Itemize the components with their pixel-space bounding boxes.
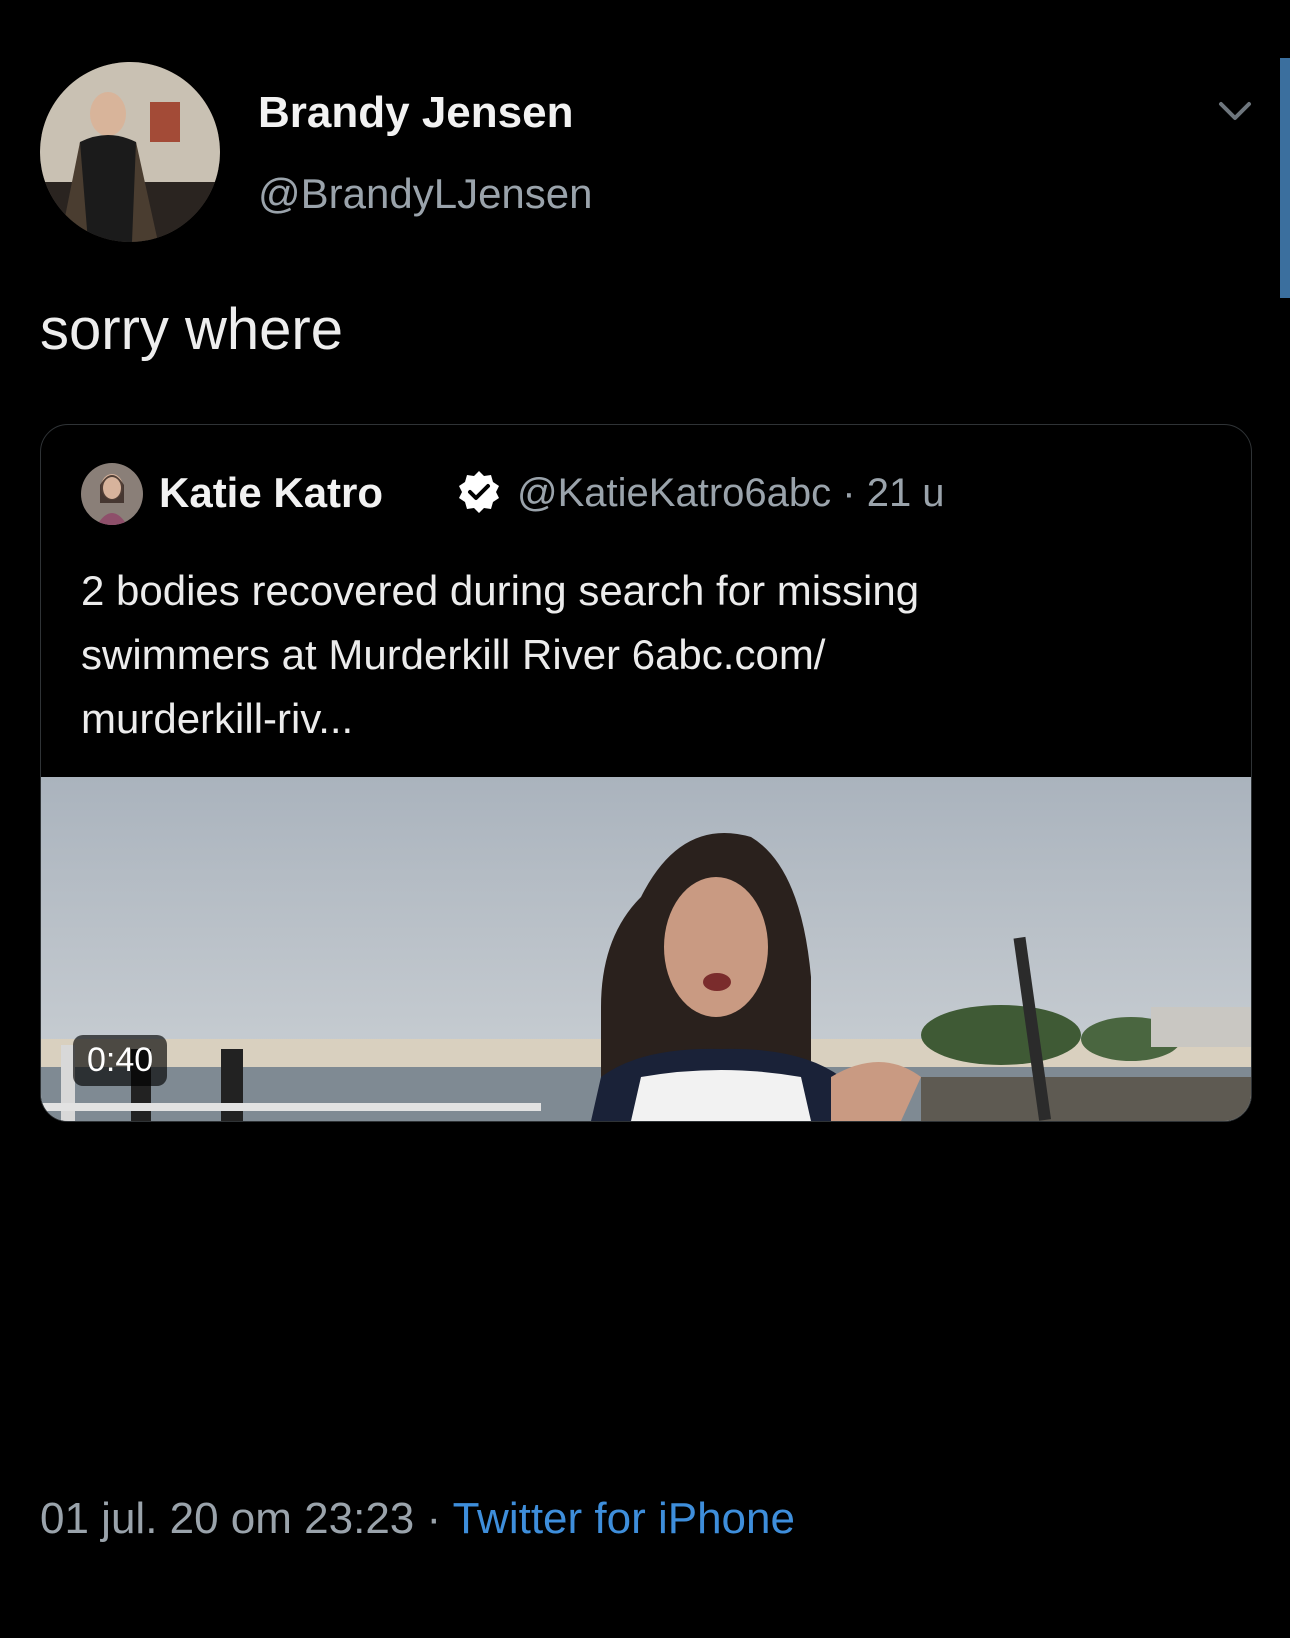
author-handle[interactable]: @BrandyLJensen <box>258 170 593 218</box>
quoted-tweet-age[interactable]: 21 u <box>867 471 945 515</box>
chevron-down-icon[interactable] <box>1218 96 1252 126</box>
meta-separator: · <box>842 471 856 515</box>
quoted-tweet-header: Katie Katro @KatieKatro6abc · 21 u <box>81 463 1231 525</box>
quoted-tweet-text: 2 bodies recovered during search for mis… <box>81 559 1201 751</box>
quoted-tweet-card[interactable]: Katie Katro @KatieKatro6abc · 21 u 2 bod… <box>40 424 1252 1122</box>
quoted-text-line: 2 bodies recovered during search for mis… <box>81 567 920 614</box>
verified-badge-icon <box>459 471 499 513</box>
tweet-text: sorry where <box>40 297 343 362</box>
quoted-author-handle[interactable]: @KatieKatro6abc <box>517 471 831 515</box>
tweet-footer: 01 jul. 20 om 23:23 · Twitter for iPhone <box>40 1494 795 1544</box>
video-thumbnail[interactable]: 0:40 <box>41 777 1251 1121</box>
quoted-tweet-meta: @KatieKatro6abc · 21 u <box>517 471 945 516</box>
footer-separator: · <box>426 1494 442 1543</box>
tweet-header: Brandy Jensen @BrandyLJensen <box>40 62 1140 242</box>
scroll-indicator[interactable] <box>1280 58 1290 298</box>
tweet-timestamp[interactable]: 01 jul. 20 om 23:23 <box>40 1494 414 1543</box>
tweet-source-link[interactable]: Twitter for iPhone <box>453 1494 795 1543</box>
quoted-text-line: swimmers at Murderkill River 6abc.com/ <box>81 631 826 678</box>
quoted-author-avatar[interactable] <box>81 463 143 525</box>
quoted-author-name[interactable]: Katie Katro <box>159 469 383 517</box>
author-avatar[interactable] <box>40 62 220 242</box>
author-name[interactable]: Brandy Jensen <box>258 88 573 138</box>
quoted-text-line[interactable]: murderkill-riv... <box>81 687 1201 751</box>
video-frame-image <box>41 777 1251 1121</box>
video-duration-badge: 0:40 <box>73 1035 168 1086</box>
